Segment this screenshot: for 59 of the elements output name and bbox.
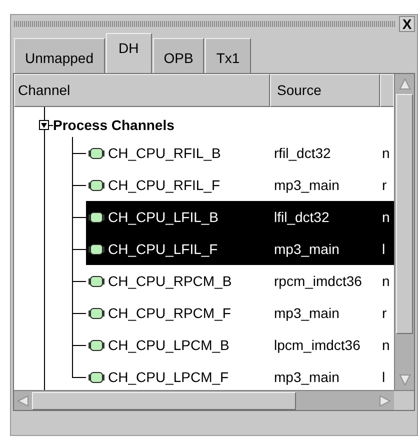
table-cell-text: n (381, 336, 390, 354)
table-row[interactable]: CH_CPU_RPCM_F mp3_main r (86, 297, 394, 329)
scrollbar-thumb[interactable] (32, 392, 296, 410)
tab[interactable]: Unmapped (14, 38, 104, 73)
source-name: mp3_main (273, 304, 340, 323)
chip-icon (88, 148, 105, 158)
column-header[interactable]: Source (270, 74, 380, 107)
table-row[interactable]: CH_CPU_RPCM_B rpcm_imdct36 n (86, 265, 394, 297)
scroll-up-arrow-icon[interactable] (398, 78, 410, 90)
tab[interactable]: DH (106, 33, 152, 73)
collapse-icon[interactable] (39, 120, 49, 130)
column-header[interactable]: Channel (14, 74, 270, 107)
table-cell-text: n (381, 208, 390, 226)
group-label[interactable]: Process Channels (53, 114, 174, 136)
channel-name: CH_CPU_LFIL_F (108, 240, 218, 259)
channel-name: CH_CPU_RFIL_F (108, 176, 220, 195)
scroll-left-arrow-icon[interactable] (17, 394, 29, 406)
table-row[interactable]: CH_CPU_LFIL_B lfil_dct32 n (86, 201, 394, 233)
source-name: lfil_dct32 (273, 208, 330, 227)
source-name: rpcm_imdct36 (273, 272, 363, 291)
table-cell-text: r (381, 176, 387, 194)
channel-name: CH_CPU_RFIL_B (108, 144, 221, 163)
chip-icon (88, 276, 105, 286)
channel-name: CH_CPU_RPCM_B (108, 272, 232, 291)
source-name: mp3_main (273, 368, 340, 387)
table-cell-text: l (381, 240, 386, 258)
chip-icon (88, 340, 105, 350)
table-cell-text: n (381, 144, 390, 162)
source-name: mp3_main (273, 240, 340, 259)
source-name: mp3_main (273, 176, 340, 195)
table-cell-text: n (381, 272, 390, 290)
scroll-right-arrow-icon[interactable] (379, 394, 391, 406)
channel-name: CH_CPU_LPCM_F (108, 368, 229, 387)
chip-icon (88, 244, 105, 254)
channel-name: CH_CPU_LFIL_B (108, 208, 218, 227)
column-header[interactable] (380, 74, 394, 107)
table-row[interactable]: CH_CPU_LPCM_F mp3_main l (86, 361, 394, 390)
close-button[interactable]: X (399, 16, 415, 32)
scrollbar-thumb[interactable] (396, 94, 413, 334)
chip-icon (88, 212, 105, 222)
tab[interactable]: Tx1 (205, 38, 251, 73)
table-row[interactable]: CH_CPU_LPCM_B lpcm_imdct36 n (86, 329, 394, 361)
table-row[interactable]: CH_CPU_RFIL_B rfil_dct32 n (86, 137, 394, 169)
scroll-down-arrow-icon[interactable] (398, 374, 410, 386)
table-cell-text: l (381, 368, 386, 386)
vertical-scrollbar[interactable] (394, 74, 414, 390)
table-row[interactable]: CH_CPU_RFIL_F mp3_main r (86, 169, 394, 201)
horizontal-scrollbar[interactable] (14, 391, 394, 410)
drag-grip[interactable] (14, 21, 395, 27)
table-cell-text: r (381, 304, 387, 322)
chip-icon (88, 180, 105, 190)
tab[interactable]: OPB (152, 38, 204, 73)
chip-icon (88, 372, 105, 382)
chip-icon (88, 308, 105, 318)
channel-name: CH_CPU_RPCM_F (108, 304, 231, 323)
source-name: lpcm_imdct36 (273, 336, 362, 355)
channel-name: CH_CPU_LPCM_B (108, 336, 230, 355)
source-name: rfil_dct32 (273, 144, 332, 163)
table-row[interactable]: CH_CPU_LFIL_F mp3_main l (86, 233, 394, 265)
